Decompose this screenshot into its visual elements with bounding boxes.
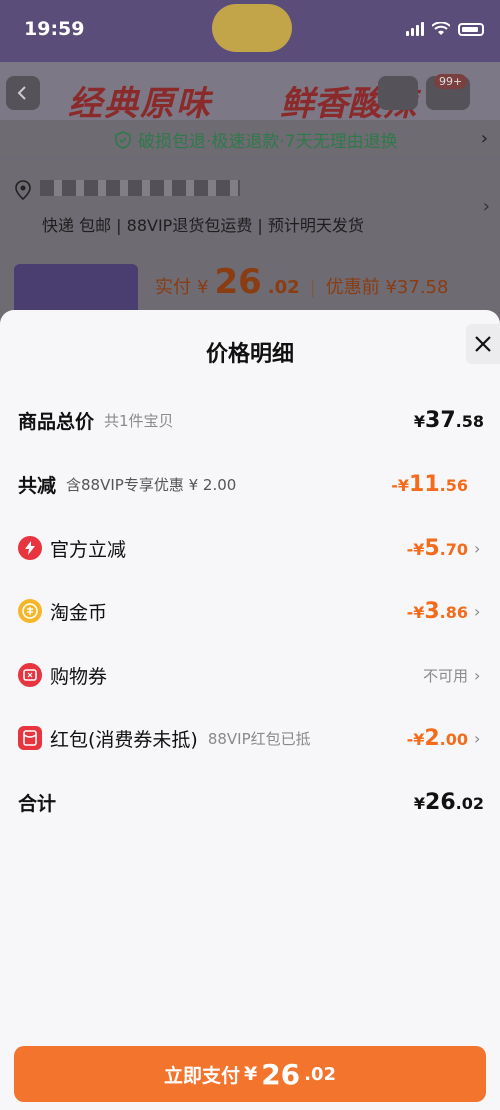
location-icon [15,180,31,200]
red-packet-row[interactable]: 红包(消费券未抵) 88VIP红包已抵 -¥ 2.00 › [18,721,484,755]
taojin-coin-value: -¥ 3.86 [406,598,468,624]
banner-text: 经典原味 [68,84,212,124]
close-icon [475,336,491,352]
sum-value: ¥26.02 [413,789,484,815]
total-price-row: 商品总价 共1件宝贝 ¥37.58 [18,407,484,433]
total-price-value: ¥37.58 [413,407,484,433]
address-blurred [40,180,240,196]
back-button[interactable] [6,76,40,110]
store-logo [212,4,292,52]
cart-badge: 99+ [434,74,468,89]
chevron-right-icon: › [474,538,481,558]
sheet-title: 价格明细 [205,342,294,367]
red-packet-value: -¥ 2.00 [406,725,468,751]
shield-check-icon [115,130,131,149]
signal-icon [406,22,424,36]
guarantee-text: 破损包退·极速退款·7天无理由退换 [138,132,398,152]
coin-icon [18,599,42,623]
close-button[interactable] [466,324,500,364]
total-discount-row: 共减 含88VIP专享优惠 ¥ 2.00 -¥ 11.56 [18,471,468,497]
paid-summary: 实付 ¥ 26.02 | 优惠前 ¥37.58 [155,262,449,302]
wifi-icon [432,22,450,35]
voucher-status: 不可用 [422,666,468,685]
total-discount-value: -¥ 11.56 [391,471,468,497]
delivery-info: 快递 包邮 | 88VIP退货包运费 | 预计明天发货 [42,216,364,235]
share-button[interactable] [378,76,418,110]
chevron-left-icon [17,86,26,100]
price-before-discount: 优惠前 ¥37.58 [325,277,449,298]
address-row[interactable] [0,160,500,255]
background-page: 19:59 经典原味 鲜香酸辣 99+ 破损包退·极速退款·7天无理由退换 › … [0,0,500,320]
shopping-voucher-row[interactable]: 购物券 不可用 › [18,658,484,692]
chevron-right-icon: › [482,196,490,217]
lightning-icon [18,536,42,560]
status-bar: 19:59 [0,0,500,62]
chevron-right-icon: › [474,665,481,685]
taojin-coin-row[interactable]: 淘金币 -¥ 3.86 › [18,594,484,628]
chevron-right-icon: › [474,601,481,621]
price-detail-sheet: 价格明细 商品总价 共1件宝贝 ¥37.58 共减 含88VIP专享优惠 ¥ 2… [0,310,500,1110]
ticket-icon [18,663,42,687]
battery-icon [458,22,484,36]
chevron-right-icon: › [474,728,481,748]
status-time: 19:59 [24,18,85,40]
pay-now-button[interactable]: 立即支付 ¥ 26.02 [14,1046,486,1102]
chevron-right-icon: › [480,128,488,149]
red-packet-icon [18,726,42,750]
official-discount-row[interactable]: 官方立减 -¥ 5.70 › [18,531,484,565]
sum-row: 合计 ¥26.02 [18,789,484,815]
official-discount-value: -¥ 5.70 [406,535,468,561]
